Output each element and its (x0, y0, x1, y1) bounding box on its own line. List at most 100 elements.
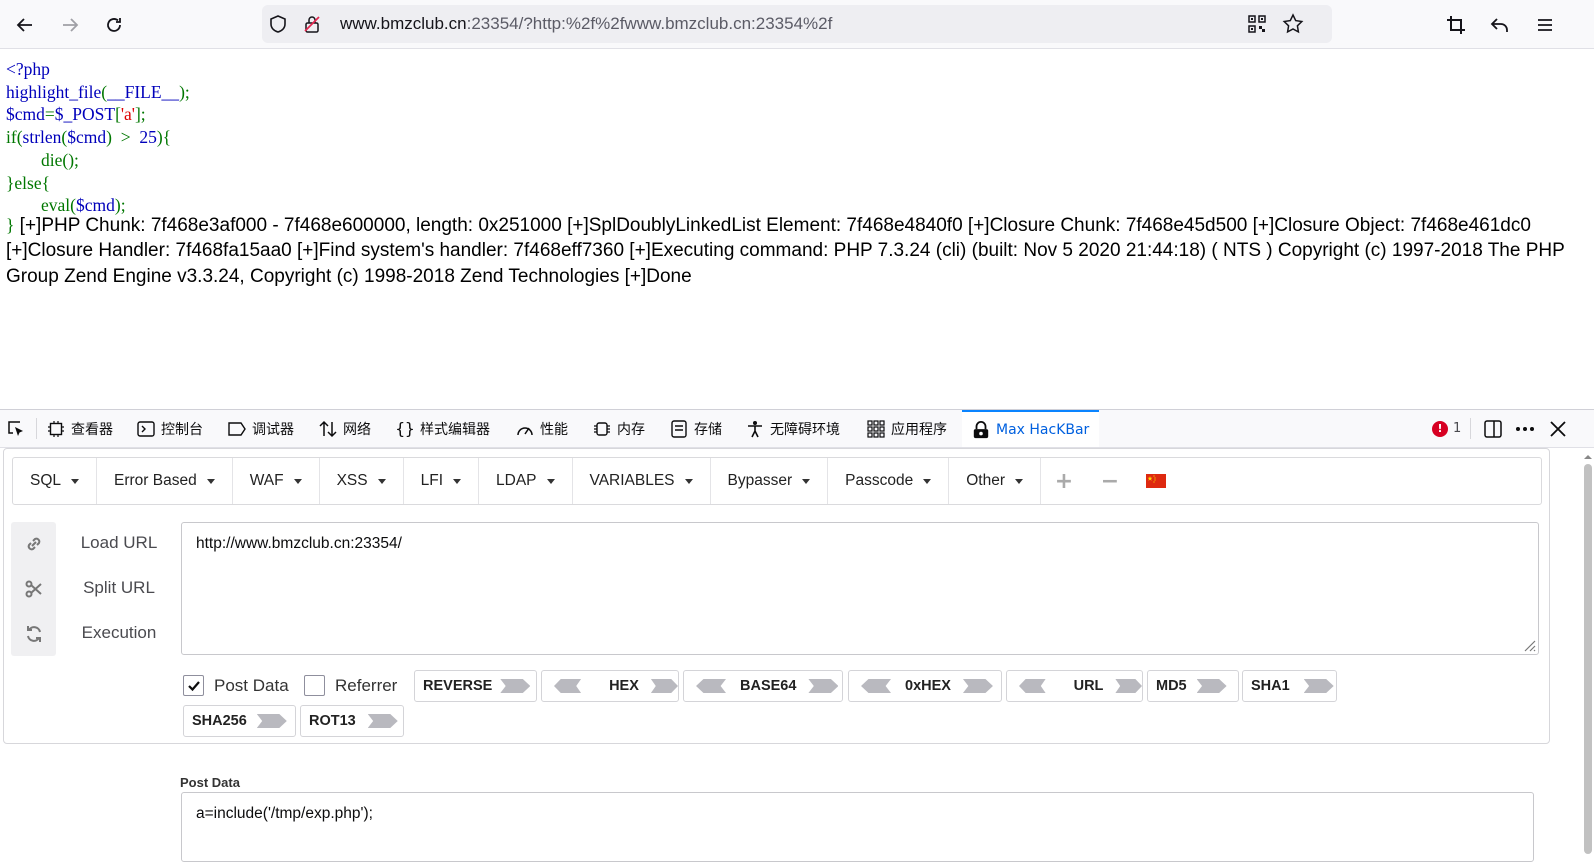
rot13-button[interactable]: ROT13 (300, 705, 404, 737)
reload-icon (107, 18, 121, 32)
refresh-icon[interactable] (23, 623, 45, 645)
element-picker-icon (8, 420, 23, 436)
md5-button[interactable]: MD5 (1147, 670, 1239, 702)
tab-label: 性能 (540, 421, 568, 438)
menu-variables[interactable]: VARIABLES (573, 458, 711, 504)
menu-passcode[interactable]: Passcode (828, 458, 950, 504)
devtools-tab-bar: 查看器 控制台 调试器 网络 {} 样式编辑器 性能 内存 存储 无障碍环境 应用… (0, 410, 1594, 448)
dock-toggle-button[interactable] (1483, 410, 1503, 447)
resize-grip-icon[interactable] (1522, 638, 1536, 652)
url-bar[interactable]: www.bmzclub.cn:23354/?http:%2f%2fwww.bmz… (262, 5, 1332, 43)
hex-button[interactable]: HEX (541, 670, 679, 702)
referrer-checkbox[interactable]: Referrer (304, 675, 397, 696)
tab-performance[interactable]: 性能 (516, 410, 568, 447)
arrow-right-icon (808, 679, 839, 693)
tab-inspector[interactable]: 查看器 (47, 410, 113, 447)
url-textarea[interactable]: http://www.bmzclub.cn:23354/ (181, 522, 1539, 655)
menu-waf[interactable]: WAF (233, 458, 320, 504)
tab-memory[interactable]: 内存 (593, 410, 645, 447)
menu-ldap[interactable]: LDAP (479, 458, 573, 504)
execution-button[interactable]: Execution (64, 623, 174, 643)
load-url-button[interactable]: Load URL (64, 533, 174, 553)
url-text[interactable]: www.bmzclub.cn:23354/?http:%2f%2fwww.bmz… (340, 14, 832, 34)
checkbox-box[interactable] (183, 675, 204, 696)
tab-console[interactable]: 控制台 (137, 410, 203, 447)
arrow-left-icon (16, 18, 32, 32)
menu-sql[interactable]: SQL (13, 458, 98, 504)
menu-bypasser[interactable]: Bypasser (711, 458, 829, 504)
menu-label: Other (966, 472, 1005, 489)
tab-network[interactable]: 网络 (319, 410, 371, 447)
undo-icon (1490, 18, 1508, 32)
sha256-button[interactable]: SHA256 (183, 705, 296, 737)
insecure-lock-icon[interactable] (302, 14, 322, 34)
encoder-label: SHA256 (192, 713, 247, 729)
checkbox-box[interactable] (304, 675, 325, 696)
link-icon[interactable] (23, 533, 45, 555)
reverse-button[interactable]: REVERSE (414, 670, 537, 702)
tab-application[interactable]: 应用程序 (867, 410, 947, 447)
crop-icon (1447, 16, 1465, 34)
post-data-checkbox[interactable]: Post Data (183, 675, 289, 696)
menu-other[interactable]: Other (949, 458, 1041, 504)
code-token: (); (62, 149, 79, 170)
tab-storage[interactable]: 存储 (670, 410, 722, 447)
error-count: 1 (1453, 421, 1462, 436)
menu-xss[interactable]: XSS (320, 458, 404, 504)
devtools-scrollbar[interactable] (1582, 448, 1594, 855)
bookmark-star-icon[interactable] (1282, 13, 1304, 35)
menu-lfi[interactable]: LFI (404, 458, 480, 504)
code-token: die (41, 149, 63, 170)
scissors-icon[interactable] (23, 578, 45, 600)
tab-debugger[interactable]: 调试器 (228, 410, 294, 447)
0xhex-button[interactable]: 0xHEX (848, 670, 1002, 702)
url-encode-button[interactable]: URL (1006, 670, 1143, 702)
forward-button[interactable] (55, 10, 85, 40)
post-data-label: Post Data (180, 775, 240, 790)
split-url-button[interactable]: Split URL (64, 578, 174, 598)
code-token: = (44, 104, 55, 125)
menu-error-based[interactable]: Error Based (97, 458, 233, 504)
caret-down-icon (802, 478, 811, 484)
element-picker-button[interactable] (6, 410, 26, 447)
add-tab-button[interactable]: + (1041, 458, 1087, 504)
inspector-icon (47, 420, 65, 438)
arrow-left-icon (861, 679, 891, 693)
language-button[interactable] (1133, 458, 1179, 504)
code-line: if(strlen($cmd) > 25){ (6, 127, 171, 147)
arrow-right-icon (1303, 679, 1334, 693)
application-icon (867, 419, 885, 438)
performance-icon (516, 420, 534, 438)
back-button[interactable] (10, 10, 40, 40)
undo-button[interactable] (1485, 10, 1515, 40)
code-token: 25 (139, 127, 157, 148)
code-token: highlight_file (6, 81, 102, 102)
post-data-textarea[interactable]: a=include('/tmp/exp.php'); (181, 792, 1534, 862)
devtools-close-button[interactable] (1549, 410, 1567, 447)
tab-style-editor[interactable]: {} 样式编辑器 (395, 410, 490, 447)
debugger-icon (228, 420, 246, 438)
code-line: die(); (6, 150, 79, 170)
scroll-up-arrow-icon[interactable] (1582, 452, 1594, 462)
remove-tab-button[interactable]: − (1087, 458, 1133, 504)
menu-label: WAF (249, 472, 284, 489)
tab-max-hackbar[interactable]: Max HacKBar (962, 410, 1100, 447)
screenshot-button[interactable] (1441, 10, 1471, 40)
base64-button[interactable]: BASE64 (683, 670, 843, 702)
scrollbar-thumb[interactable] (1584, 464, 1592, 854)
reload-button[interactable] (99, 10, 129, 40)
code-token: ) > (106, 127, 140, 148)
tab-label: 存储 (694, 421, 722, 438)
caret-down-icon (1015, 478, 1023, 484)
url-rest: :23354/?http:%2f%2fwww.bmzclub.cn:23354%… (466, 14, 833, 33)
sha1-button[interactable]: SHA1 (1242, 670, 1337, 702)
error-count-badge[interactable]: ! 1 (1432, 410, 1461, 447)
tab-label: 样式编辑器 (420, 421, 490, 438)
devtools-more-button[interactable] (1515, 410, 1535, 447)
shield-icon[interactable] (268, 14, 288, 34)
tab-accessibility[interactable]: 无障碍环境 (746, 410, 840, 447)
arrow-right-icon (1115, 679, 1142, 693)
url-textarea-value: http://www.bmzclub.cn:23354/ (196, 535, 402, 552)
menu-button[interactable] (1530, 10, 1560, 40)
qr-code-icon[interactable] (1247, 14, 1267, 34)
